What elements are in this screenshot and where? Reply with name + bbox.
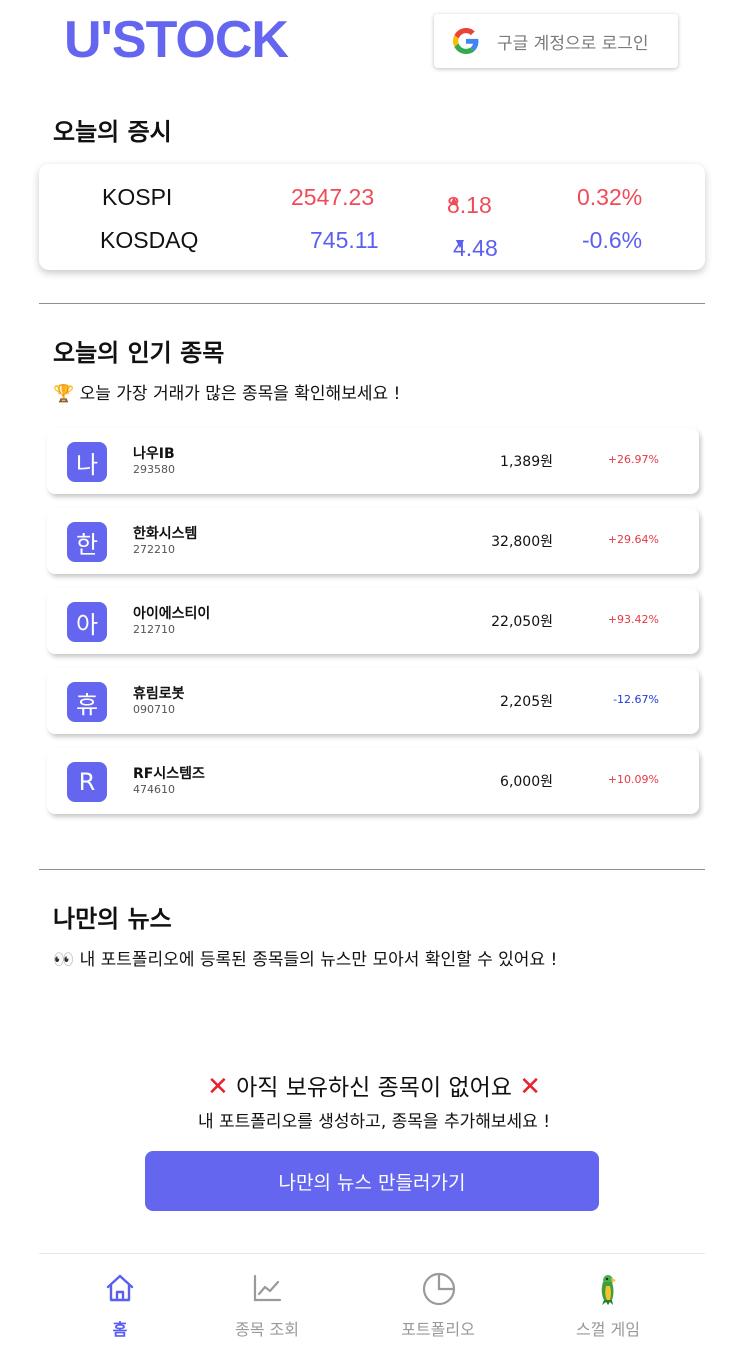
pie-chart-icon — [422, 1272, 456, 1306]
stock-avatar: 한 — [67, 522, 107, 562]
popular-subtitle: 🏆 오늘 가장 거래가 많은 종목을 확인해보세요 ! — [53, 379, 400, 404]
index-name: KOSPI — [102, 184, 173, 210]
stock-row[interactable]: R RF시스템즈 474610 6,000원 +10.09% — [47, 748, 699, 814]
stock-change: +26.97% — [607, 453, 659, 466]
google-login-button[interactable]: 구글 계정으로 로그인 — [434, 14, 678, 68]
section-divider — [39, 869, 705, 870]
market-index-card: KOSPI 2547.23 ▲ 8.18 0.32% KOSDAQ 745.11 … — [39, 164, 705, 270]
news-section-title: 나만의 뉴스 — [53, 905, 172, 933]
stock-code: 212710 — [133, 623, 175, 636]
stock-row[interactable]: 한 한화시스템 272210 32,800원 +29.64% — [47, 508, 699, 574]
stock-change: +93.42% — [607, 613, 659, 626]
create-news-button[interactable]: 나만의 뉴스 만들러가기 — [145, 1151, 599, 1211]
stock-code: 090710 — [133, 703, 175, 716]
nav-item-game[interactable]: 스껄 게임 — [548, 1254, 668, 1344]
stock-code: 272210 — [133, 543, 175, 556]
index-value: 2547.23 — [291, 184, 375, 210]
stock-change: +10.09% — [607, 773, 659, 786]
news-subtitle: 👀 내 포트폴리오에 등록된 종목들의 뉴스만 모아서 확인할 수 있어요 ! — [53, 945, 557, 970]
stock-name: 아이에스티이 — [133, 606, 211, 622]
popular-stock-list: 나 나우IB 293580 1,389원 +26.97% 한 한화시스템 272… — [47, 428, 699, 828]
stock-name: 휴림로봇 — [133, 686, 185, 702]
bottom-nav: 홈 종목 조회 포트폴리오 스껄 게임 — [39, 1253, 705, 1352]
index-change: 8.18 — [447, 192, 492, 218]
empty-portfolio-title: ✕ 아직 보유하신 종목이 없어요 ✕ — [0, 1068, 748, 1102]
stock-code: 474610 — [133, 783, 175, 796]
index-change: 4.48 — [453, 235, 498, 261]
stock-row[interactable]: 나 나우IB 293580 1,389원 +26.97% — [47, 428, 699, 494]
stock-price: 2,205원 — [500, 694, 553, 710]
stock-price: 6,000원 — [500, 774, 553, 790]
stock-avatar: 나 — [67, 442, 107, 482]
nav-label-game: 스껄 게임 — [576, 1320, 640, 1339]
index-name: KOSDAQ — [100, 227, 199, 253]
index-row-kosdaq[interactable]: KOSDAQ 745.11 ▼ 4.48 -0.6% — [39, 219, 705, 261]
cross-mark-icon: ✕ — [206, 1072, 229, 1102]
stock-price: 32,800원 — [491, 534, 553, 550]
app-logo[interactable]: U'STOCK — [64, 10, 289, 70]
nav-label-stock-search: 종목 조회 — [235, 1320, 299, 1339]
stock-row[interactable]: 휴 휴림로봇 090710 2,205원 -12.67% — [47, 668, 699, 734]
popular-subtitle-text: 오늘 가장 거래가 많은 종목을 확인해보세요 ! — [79, 384, 401, 404]
stock-price: 22,050원 — [491, 614, 553, 630]
stock-row[interactable]: 아 아이에스티이 212710 22,050원 +93.42% — [47, 588, 699, 654]
stock-name: 나우IB — [133, 446, 175, 462]
section-divider — [39, 303, 705, 304]
stock-name: 한화시스템 — [133, 526, 198, 542]
nav-item-stock-search[interactable]: 종목 조회 — [207, 1254, 327, 1344]
index-rate: 0.32% — [577, 184, 643, 210]
stock-change: +29.64% — [607, 533, 659, 546]
stock-avatar: 아 — [67, 602, 107, 642]
stock-price: 1,389원 — [500, 454, 553, 470]
empty-title-text: 아직 보유하신 종목이 없어요 — [236, 1075, 512, 1101]
google-icon — [453, 28, 479, 54]
stock-avatar: 휴 — [67, 682, 107, 722]
index-rate: -0.6% — [582, 227, 643, 253]
index-row-kospi[interactable]: KOSPI 2547.23 ▲ 8.18 0.32% — [39, 176, 705, 218]
home-icon — [106, 1274, 134, 1302]
index-value: 745.11 — [310, 227, 379, 253]
popular-section-title: 오늘의 인기 종목 — [53, 339, 225, 367]
empty-portfolio-subtitle: 내 포트폴리오를 생성하고, 종목을 추가해보세요 ! — [197, 1112, 551, 1132]
nav-item-portfolio[interactable]: 포트폴리오 — [378, 1254, 498, 1344]
trophy-icon: 🏆 — [53, 384, 75, 404]
market-section-title: 오늘의 증시 — [53, 118, 172, 146]
nav-label-home: 홈 — [112, 1320, 128, 1339]
parrot-icon — [601, 1275, 616, 1305]
google-login-label: 구글 계정으로 로그인 — [497, 33, 649, 54]
stock-change: -12.67% — [613, 693, 659, 706]
nav-item-home[interactable]: 홈 — [60, 1254, 180, 1344]
app-header: U'STOCK 구글 계정으로 로그인 — [0, 0, 748, 84]
nav-label-portfolio: 포트폴리오 — [401, 1320, 475, 1339]
stock-code: 293580 — [133, 463, 175, 476]
stock-name: RF시스템즈 — [133, 766, 205, 782]
cross-mark-icon: ✕ — [519, 1072, 542, 1102]
chart-line-icon — [253, 1274, 282, 1302]
news-subtitle-text: 내 포트폴리오에 등록된 종목들의 뉴스만 모아서 확인할 수 있어요 ! — [79, 950, 558, 970]
stock-avatar: R — [67, 762, 107, 802]
eyes-icon: 👀 — [53, 950, 75, 970]
